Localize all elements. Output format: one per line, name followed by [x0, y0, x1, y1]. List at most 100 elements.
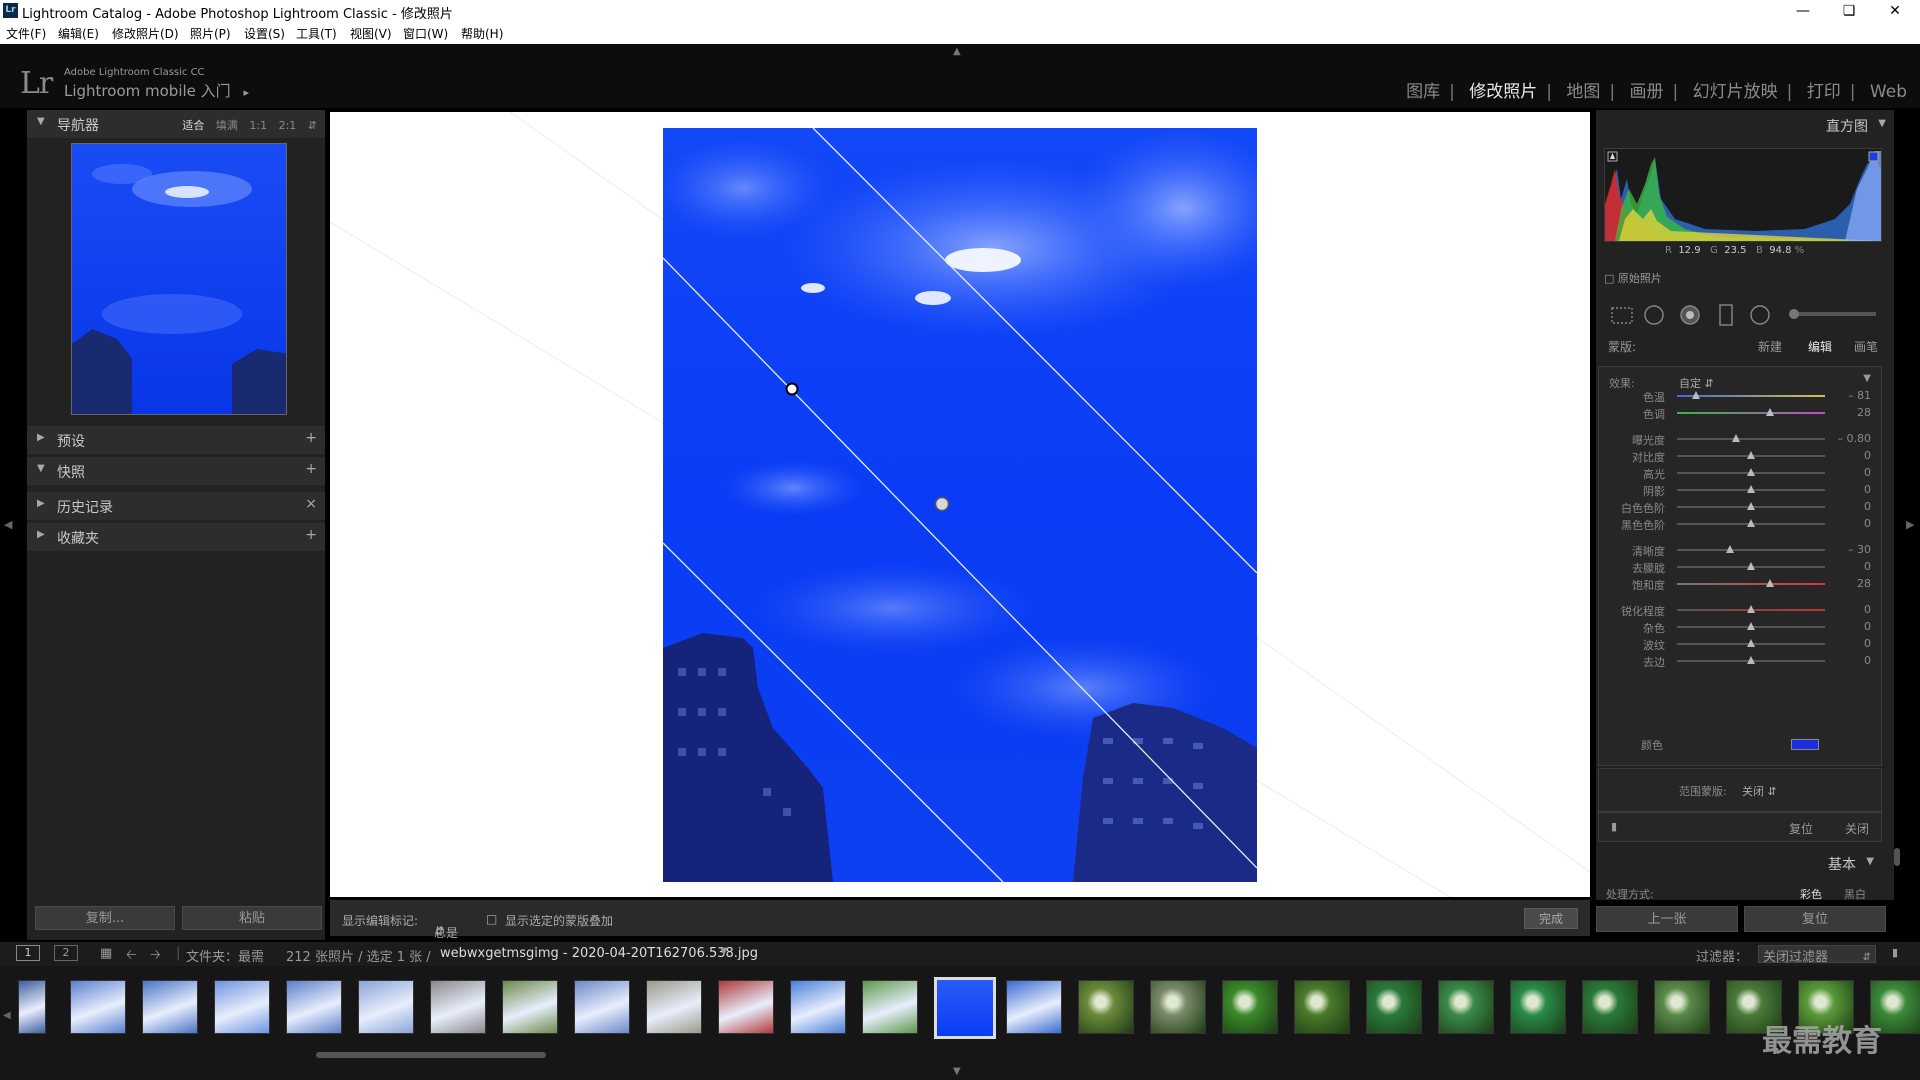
filename-dropdown-icon[interactable]: ▼	[720, 946, 728, 957]
menu-file[interactable]: 文件(F)	[6, 25, 46, 42]
color-swatch[interactable]	[1791, 739, 1819, 750]
menu-window[interactable]: 窗口(W)	[403, 25, 448, 42]
slider-1[interactable]: 色调 28	[1599, 404, 1883, 422]
reset-button[interactable]: 复位	[1744, 906, 1886, 932]
module-print[interactable]: 打印	[1807, 82, 1841, 102]
snapshots-header[interactable]: ▼ 快照 +	[27, 457, 325, 485]
mask-brush[interactable]: 画笔	[1854, 338, 1878, 355]
zoom-1-1[interactable]: 1:1	[249, 119, 267, 132]
filmstrip-thumbnail[interactable]	[1078, 980, 1134, 1034]
slider-knob[interactable]	[1766, 579, 1775, 587]
paste-button[interactable]: 粘贴	[182, 906, 322, 930]
filmstrip-thumbnail[interactable]	[214, 980, 270, 1034]
slider-knob[interactable]	[1747, 485, 1755, 493]
filmstrip-thumbnail[interactable]	[934, 977, 996, 1039]
zoom-fit[interactable]: 适合	[182, 119, 204, 132]
slider-knob[interactable]	[1747, 451, 1755, 459]
collapse-top-arrow-icon[interactable]: ▲	[953, 46, 961, 57]
slider-knob[interactable]	[1692, 391, 1701, 399]
slider-value[interactable]: 0	[1831, 560, 1871, 573]
collections-header[interactable]: ▶ 收藏夹 +	[27, 523, 325, 551]
module-book[interactable]: 画册	[1630, 82, 1664, 102]
slider-track[interactable]	[1677, 412, 1825, 414]
filmstrip-thumbnail[interactable]	[1006, 980, 1062, 1034]
history-header[interactable]: ▶ 历史记录 ×	[27, 492, 325, 520]
slider-14[interactable]: 去边 0	[1599, 652, 1883, 670]
filmstrip-thumbnail[interactable]	[790, 980, 846, 1034]
spot-removal-icon[interactable]	[1642, 303, 1668, 325]
treatment-bw[interactable]: 黑白	[1844, 886, 1866, 900]
copy-button[interactable]: 复制...	[35, 906, 175, 930]
add-preset-icon[interactable]: +	[305, 430, 317, 446]
slider-track[interactable]	[1677, 549, 1825, 551]
graduated-filter-icon[interactable]	[1714, 303, 1740, 325]
forward-arrow-icon[interactable]: 🡢	[150, 946, 161, 968]
slider-11[interactable]: 锐化程度 0	[1599, 601, 1883, 619]
module-slideshow[interactable]: 幻灯片放映	[1693, 82, 1778, 102]
slider-value[interactable]: 0	[1831, 603, 1871, 616]
back-arrow-icon[interactable]: 🡠	[126, 946, 137, 968]
minimize-icon[interactable]: —	[1780, 0, 1826, 22]
module-web[interactable]: Web	[1870, 82, 1907, 102]
filmstrip-thumbnail[interactable]	[358, 980, 414, 1034]
slider-value[interactable]: 0	[1831, 483, 1871, 496]
slider-9[interactable]: 去朦胧 0	[1599, 558, 1883, 576]
original-photo-toggle[interactable]: □ 原始照片	[1604, 270, 1662, 286]
toggle-switch-icon[interactable]: ▮	[1611, 820, 1617, 833]
slider-knob[interactable]	[1747, 468, 1755, 476]
filename[interactable]: webwxgetmsgimg - 2020-04-20T162706.538.j…	[440, 946, 758, 961]
filmstrip-thumbnail[interactable]	[862, 980, 918, 1034]
filter-select[interactable]: 关闭过滤器 ⇵	[1758, 945, 1876, 965]
module-develop[interactable]: 修改照片	[1469, 82, 1537, 102]
effect-collapse-icon[interactable]: ▼	[1863, 373, 1871, 384]
range-mask-select[interactable]: 关闭 ⇵	[1742, 783, 1777, 799]
add-snapshot-icon[interactable]: +	[305, 461, 317, 477]
menu-develop[interactable]: 修改照片(D)	[112, 25, 179, 42]
menu-view[interactable]: 视图(V)	[350, 25, 392, 42]
filmstrip-thumbnail[interactable]	[286, 980, 342, 1034]
slider-value[interactable]: 0	[1831, 449, 1871, 462]
left-panel-toggle-icon[interactable]: ◀	[4, 518, 12, 531]
slider-value[interactable]: – 30	[1831, 543, 1871, 556]
slider-4[interactable]: 高光 0	[1599, 464, 1883, 482]
menu-settings[interactable]: 设置(S)	[244, 25, 285, 42]
brush-slider-icon[interactable]	[1786, 303, 1876, 325]
slider-8[interactable]: 清晰度 – 30	[1599, 541, 1883, 559]
filmstrip-thumbnail[interactable]	[502, 980, 558, 1034]
done-button[interactable]: 完成	[1524, 908, 1578, 929]
slider-5[interactable]: 阴影 0	[1599, 481, 1883, 499]
filmstrip-thumbnail[interactable]	[646, 980, 702, 1034]
radial-filter-icon[interactable]	[1748, 303, 1774, 325]
slider-track[interactable]	[1677, 583, 1825, 585]
crop-tool-icon[interactable]	[1608, 303, 1634, 325]
slider-value[interactable]: 0	[1831, 466, 1871, 479]
menu-edit[interactable]: 编辑(E)	[58, 25, 99, 42]
close-icon[interactable]: ✕	[1872, 0, 1918, 22]
filmstrip-thumbnail[interactable]	[1222, 980, 1278, 1034]
mask-edit[interactable]: 编辑	[1808, 338, 1832, 355]
filmstrip-thumbnail[interactable]	[430, 980, 486, 1034]
slider-0[interactable]: 色温 – 81	[1599, 387, 1883, 405]
filmstrip-thumbnail[interactable]	[1294, 980, 1350, 1034]
filmstrip-thumbnail[interactable]	[574, 980, 630, 1034]
slider-value[interactable]: – 0.80	[1831, 432, 1872, 445]
mask-overlay-checkbox[interactable]: □	[486, 912, 497, 926]
slider-knob[interactable]	[1747, 639, 1755, 647]
slider-value[interactable]: 0	[1831, 517, 1871, 530]
filmstrip-thumbnail[interactable]	[1582, 980, 1638, 1034]
filmstrip-thumbnail[interactable]	[1654, 980, 1710, 1034]
grid-view-icon[interactable]: ▦	[100, 946, 112, 961]
slider-value[interactable]: 0	[1831, 654, 1871, 667]
slider-value[interactable]: 0	[1831, 500, 1871, 513]
mobile-getting-started[interactable]: Lightroom mobile 入门 ▸	[64, 80, 249, 101]
slider-value[interactable]: 0	[1831, 637, 1871, 650]
slider-knob[interactable]	[1747, 562, 1755, 570]
mask-new[interactable]: 新建	[1758, 338, 1782, 355]
maximize-icon[interactable]: ❏	[1826, 0, 1872, 22]
filmstrip-thumbnail[interactable]	[1510, 980, 1566, 1034]
slider-2[interactable]: 曝光度 – 0.80	[1599, 430, 1883, 448]
filmstrip-thumbnail[interactable]	[1150, 980, 1206, 1034]
filmstrip-thumbnail[interactable]	[18, 980, 46, 1034]
slider-knob[interactable]	[1766, 408, 1775, 416]
clear-history-icon[interactable]: ×	[305, 496, 317, 512]
